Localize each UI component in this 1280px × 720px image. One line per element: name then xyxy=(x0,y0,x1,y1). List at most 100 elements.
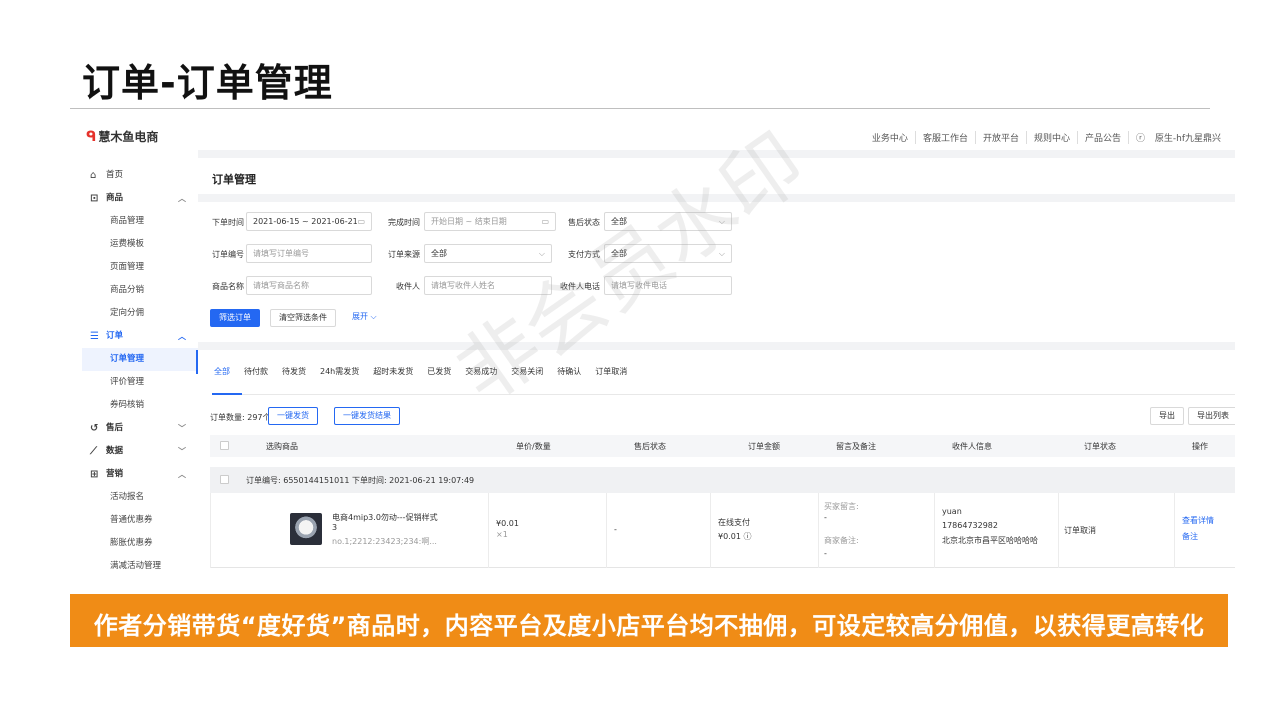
view-detail-link[interactable]: 查看详情 xyxy=(1182,515,1214,526)
topnav-open-platform[interactable]: 开放平台 xyxy=(974,131,1026,144)
sidebar-item-coupon-verify[interactable]: 券码核销 xyxy=(82,394,198,417)
status-tabs: 全部 待付款 待发货 24h需发货 超时未发货 已发货 交易成功 交易关闭 待确… xyxy=(214,366,641,377)
topnav-service[interactable]: 客服工作台 xyxy=(914,131,975,144)
sidebar-item-home[interactable]: ⌂ 首页 xyxy=(82,164,198,187)
order-time-label: 下单时间 xyxy=(212,218,244,227)
sidebar-item-normal-coupon[interactable]: 普通优惠券 xyxy=(82,509,198,532)
page-header: 订单管理 xyxy=(198,158,1235,194)
receiver-input[interactable]: 请填写收件人姓名 xyxy=(424,276,552,295)
sidebar-item-goods-manage[interactable]: 商品管理 xyxy=(82,210,198,233)
order-source-label: 订单来源 xyxy=(388,250,420,259)
app-screenshot: ᑫ 慧木鱼电商 业务中心 客服工作台 开放平台 规则中心 产品公告 ⓡ 原生-h… xyxy=(82,126,1235,578)
tab-24h-ship[interactable]: 24h需发货 xyxy=(320,366,359,377)
account-name: 原生-hf九星鼎兴 xyxy=(1154,134,1221,144)
sidebar-item-page-manage[interactable]: 页面管理 xyxy=(82,256,198,279)
tab-all[interactable]: 全部 xyxy=(214,366,230,377)
sidebar-item-shipping-template[interactable]: 运费模板 xyxy=(82,233,198,256)
tab-success[interactable]: 交易成功 xyxy=(465,366,497,377)
tab-closed[interactable]: 交易关闭 xyxy=(511,366,543,377)
sidebar-item-review-manage[interactable]: 评价管理 xyxy=(82,371,198,394)
goods-icon: ⊡ xyxy=(90,193,99,204)
sidebar-group-aftersale[interactable]: ↺ 售后 ﹀ xyxy=(82,417,198,440)
receiver-label: 收件人 xyxy=(396,282,420,291)
order-group-header: 订单编号: 6550144151011 下单时间: 2021-06-21 19:… xyxy=(210,467,1235,493)
col-goods: 选购商品 xyxy=(266,442,298,451)
sidebar-group-marketing[interactable]: ⊞ 营销 ︿ xyxy=(82,463,198,486)
cell-divider xyxy=(488,493,489,568)
order-amount: ¥0.01 ⓘ xyxy=(718,532,752,541)
sidebar-item-expand-coupon[interactable]: 膨胀优惠券 xyxy=(82,532,198,555)
batch-ship-result-button[interactable]: 一键发货结果 xyxy=(334,407,400,425)
topnav-rules[interactable]: 规则中心 xyxy=(1025,131,1077,144)
table-row: 电商4mip3.0勿动---促销样式3 no.1;2212:23423;234:… xyxy=(210,493,1235,568)
product-thumbnail[interactable] xyxy=(290,513,322,545)
finish-time-label: 完成时间 xyxy=(388,218,420,227)
cell-divider xyxy=(606,493,607,568)
sidebar-item-directed-commission[interactable]: 定向分佣 xyxy=(82,302,198,325)
filter-orders-button[interactable]: 筛选订单 xyxy=(210,309,260,327)
col-receiver: 收件人信息 xyxy=(952,442,992,451)
finish-time-range[interactable]: 开始日期 ~ 结束日期 ▭ xyxy=(424,212,556,231)
add-note-link[interactable]: 备注 xyxy=(1182,531,1198,542)
aftersale-status: - xyxy=(614,525,617,534)
highlight-banner: 作者分销带货“度好货”商品时，内容平台及度小店平台均不抽佣，可设定较高分佣值，以… xyxy=(70,594,1228,647)
order-source-select[interactable]: 全部 ⌵ xyxy=(424,244,552,263)
sidebar-group-data[interactable]: ⟋ 数据 ﹀ xyxy=(82,440,198,463)
receiver-name: yuan xyxy=(942,507,962,516)
order-checkbox[interactable] xyxy=(220,475,229,484)
tab-overdue-ship[interactable]: 超时未发货 xyxy=(373,366,413,377)
tab-pending-confirm[interactable]: 待确认 xyxy=(557,366,581,377)
sidebar-item-activity-signup[interactable]: 活动报名 xyxy=(82,486,198,509)
sidebar-group-orders[interactable]: ☰ 订单 ︿ xyxy=(82,325,198,348)
col-order-status: 订单状态 xyxy=(1084,442,1116,451)
product-name[interactable]: 电商4mip3.0勿动---促销样式3 xyxy=(332,513,442,533)
tab-pending-ship[interactable]: 待发货 xyxy=(282,366,306,377)
goods-name-input[interactable]: 请填写商品名称 xyxy=(246,276,372,295)
sidebar-item-discount-activity[interactable]: 满减活动管理 xyxy=(82,555,198,578)
select-all-checkbox[interactable] xyxy=(220,441,229,450)
chevron-down-icon: ﹀ xyxy=(178,424,186,433)
receiver-phone: 17864732982 xyxy=(942,521,998,530)
cell-divider xyxy=(934,493,935,568)
logo-icon: ᑫ xyxy=(86,128,97,145)
expand-filters-button[interactable]: 展开 ⌵ xyxy=(344,309,385,327)
order-count: 订单数量: 297个 xyxy=(210,413,271,422)
sidebar-item-goods-distribution[interactable]: 商品分销 xyxy=(82,279,198,302)
receiver-phone-input[interactable]: 请填写收件电话 xyxy=(604,276,732,295)
tab-shipped[interactable]: 已发货 xyxy=(427,366,451,377)
aftersale-icon: ↺ xyxy=(90,423,99,434)
sidebar-item-order-manage[interactable]: 订单管理 xyxy=(82,348,198,371)
order-no-label: 订单编号 xyxy=(212,250,244,259)
export-list-button[interactable]: 导出列表 xyxy=(1188,407,1235,425)
chevron-down-icon: ⌵ xyxy=(370,312,377,321)
receiver-phone-label: 收件人电话 xyxy=(560,282,600,291)
sidebar-group-goods[interactable]: ⊡ 商品 ︿ xyxy=(82,187,198,210)
chevron-up-icon: ︿ xyxy=(178,332,186,341)
brand-logo[interactable]: ᑫ 慧木鱼电商 xyxy=(86,128,158,145)
cell-divider xyxy=(210,493,211,568)
cell-divider xyxy=(1058,493,1059,568)
order-list-panel: 全部 待付款 待发货 24h需发货 超时未发货 已发货 交易成功 交易关闭 待确… xyxy=(198,350,1235,578)
topnav-announcements[interactable]: 产品公告 xyxy=(1076,131,1128,144)
aftersale-status-label: 售后状态 xyxy=(568,218,600,227)
pay-method-select[interactable]: 全部 ⌵ xyxy=(604,244,732,263)
pay-method-label: 支付方式 xyxy=(568,250,600,259)
cell-divider xyxy=(1174,493,1175,568)
tab-pending-pay[interactable]: 待付款 xyxy=(244,366,268,377)
export-button[interactable]: 导出 xyxy=(1150,407,1184,425)
clear-filters-button[interactable]: 清空筛选条件 xyxy=(270,309,336,327)
order-no-input[interactable]: 请填写订单编号 xyxy=(246,244,372,263)
batch-ship-button[interactable]: 一键发货 xyxy=(268,407,318,425)
topnav-account[interactable]: ⓡ 原生-hf九星鼎兴 xyxy=(1128,131,1235,144)
order-time-range[interactable]: 2021-06-15 ~ 2021-06-21 ▭ xyxy=(246,212,372,231)
tab-cancelled[interactable]: 订单取消 xyxy=(595,366,627,377)
table-header: 选购商品 单价/数量 售后状态 订单金额 留言及备注 收件人信息 订单状态 操作 xyxy=(210,435,1235,457)
goods-name-label: 商品名称 xyxy=(212,282,244,291)
topnav-business[interactable]: 业务中心 xyxy=(865,131,915,144)
cell-divider xyxy=(710,493,711,568)
col-amount: 订单金额 xyxy=(748,442,780,451)
home-icon: ⌂ xyxy=(90,170,97,181)
seller-note: - xyxy=(824,549,827,558)
aftersale-status-select[interactable]: 全部 ⌵ xyxy=(604,212,732,231)
chevron-up-icon: ︿ xyxy=(178,194,186,203)
